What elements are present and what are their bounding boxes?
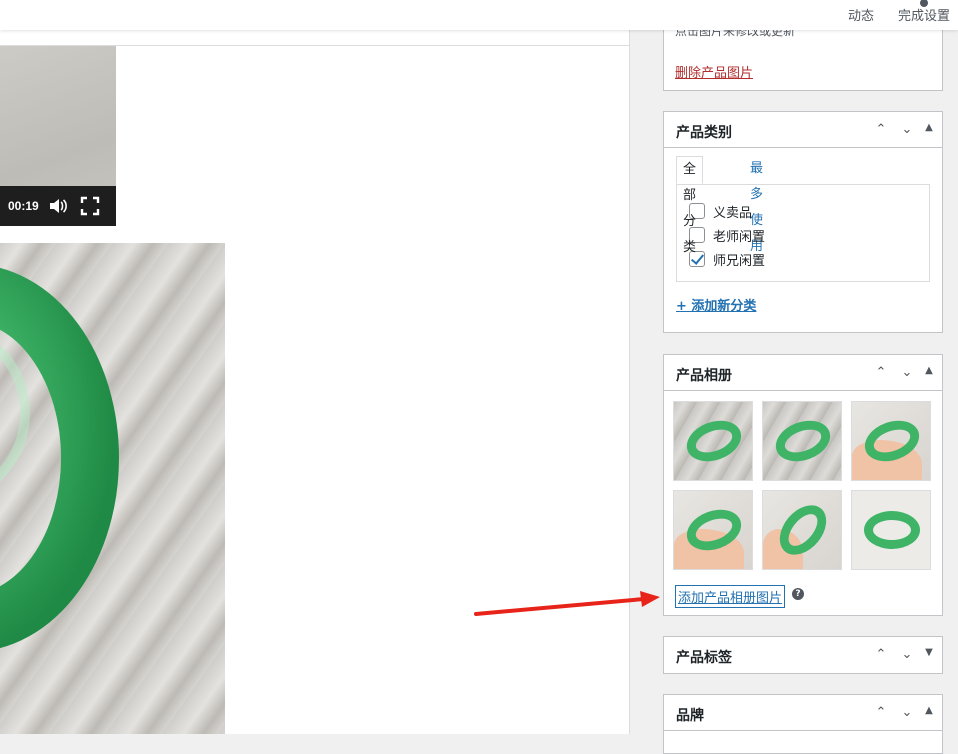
top-admin-bar: 动态 完成设置 [0, 0, 958, 30]
gallery-thumbnail[interactable] [762, 401, 842, 481]
fullscreen-icon[interactable] [80, 196, 100, 216]
category-box: 产品类别 ⌃ ⌄ ▲ 全部分类 最多使用 义卖品 老师闲置 师兄闲置 + 添加新… [663, 111, 943, 333]
video-controls: 00:19 [0, 186, 116, 226]
tags-box-title: 产品标签 [676, 650, 732, 666]
collapse-toggle-icon[interactable]: ▲ [924, 122, 934, 138]
progress-dot-icon [920, 0, 928, 7]
help-icon[interactable]: ? [792, 588, 804, 600]
gallery-box: 产品相册 ⌃ ⌄ ▲ 添加产品相册图片 ? [663, 354, 943, 616]
tags-box: 产品标签 ⌃ ⌄ ▼ [663, 636, 943, 674]
brand-box-controls: ⌃ ⌄ ▲ [872, 705, 934, 721]
tags-box-header[interactable]: 产品标签 ⌃ ⌄ ▼ [664, 637, 942, 673]
video-player[interactable]: 00:19 [0, 46, 116, 226]
activity-label: 动态 [848, 9, 875, 24]
content-editor[interactable]: ⌜⌝ 00:19 [0, 24, 630, 734]
tab-most-used[interactable]: 最多使用 [744, 156, 769, 254]
category-box-controls: ⌃ ⌄ ▲ [872, 122, 934, 138]
category-checklist: 义卖品 老师闲置 师兄闲置 [676, 184, 930, 282]
move-down-icon[interactable]: ⌄ [898, 705, 916, 721]
tags-box-controls: ⌃ ⌄ ▼ [872, 647, 934, 663]
gallery-box-header: 产品相册 ⌃ ⌄ ▲ [664, 355, 942, 391]
activity-link[interactable]: 动态 [848, 5, 874, 24]
move-up-icon[interactable]: ⌃ [872, 122, 890, 138]
collapse-toggle-icon[interactable]: ▲ [924, 705, 934, 721]
video-time: 00:19 [8, 199, 39, 213]
category-item[interactable]: 义卖品 [689, 202, 753, 221]
product-photo [0, 243, 225, 734]
move-down-icon[interactable]: ⌄ [898, 122, 916, 138]
editor-header-strip: ⌜⌝ [0, 24, 629, 46]
category-label: 师兄闲置 [713, 253, 766, 269]
sidebar: 点击图片来修改或更新 删除产品图片 产品类别 ⌃ ⌄ ▲ 全部分类 最多使用 义… [646, 0, 958, 754]
gallery-box-controls: ⌃ ⌄ ▲ [872, 365, 934, 381]
volume-icon[interactable] [48, 196, 68, 216]
brand-box-title: 品牌 [676, 708, 704, 724]
brand-box-header: 品牌 ⌃ ⌄ ▲ [664, 695, 942, 731]
gallery-thumbnail[interactable] [851, 401, 931, 481]
brand-box: 品牌 ⌃ ⌄ ▲ [663, 694, 943, 754]
finish-setup-label: 完成设置 [898, 9, 951, 24]
move-up-icon[interactable]: ⌃ [872, 705, 890, 721]
bangle-image [0, 267, 119, 649]
category-box-title: 产品类别 [676, 125, 732, 141]
category-box-header: 产品类别 ⌃ ⌄ ▲ [664, 112, 942, 148]
add-gallery-images-link[interactable]: 添加产品相册图片 [675, 585, 786, 608]
add-new-category-link[interactable]: + 添加新分类 [676, 295, 756, 314]
gallery-thumbnail[interactable] [851, 490, 931, 570]
remove-product-image-link[interactable]: 删除产品图片 [675, 62, 753, 81]
move-down-icon[interactable]: ⌄ [898, 365, 916, 381]
gallery-thumbnail[interactable] [762, 490, 842, 570]
gallery-thumbnail[interactable] [673, 490, 753, 570]
finish-setup-link[interactable]: 完成设置 [898, 0, 951, 24]
move-up-icon[interactable]: ⌃ [872, 365, 890, 381]
gallery-box-title: 产品相册 [676, 368, 732, 384]
gallery-thumbnail[interactable] [673, 401, 753, 481]
move-down-icon[interactable]: ⌄ [898, 647, 916, 663]
category-label: 义卖品 [713, 205, 753, 221]
category-item[interactable]: 老师闲置 [689, 226, 766, 245]
expand-toggle-icon[interactable]: ▼ [924, 647, 934, 663]
tab-all-categories[interactable]: 全部分类 [676, 156, 704, 255]
collapse-toggle-icon[interactable]: ▲ [924, 365, 934, 381]
annotation-arrow [474, 591, 660, 616]
category-label: 老师闲置 [713, 229, 766, 245]
move-up-icon[interactable]: ⌃ [872, 647, 890, 663]
category-item[interactable]: 师兄闲置 [689, 250, 766, 269]
